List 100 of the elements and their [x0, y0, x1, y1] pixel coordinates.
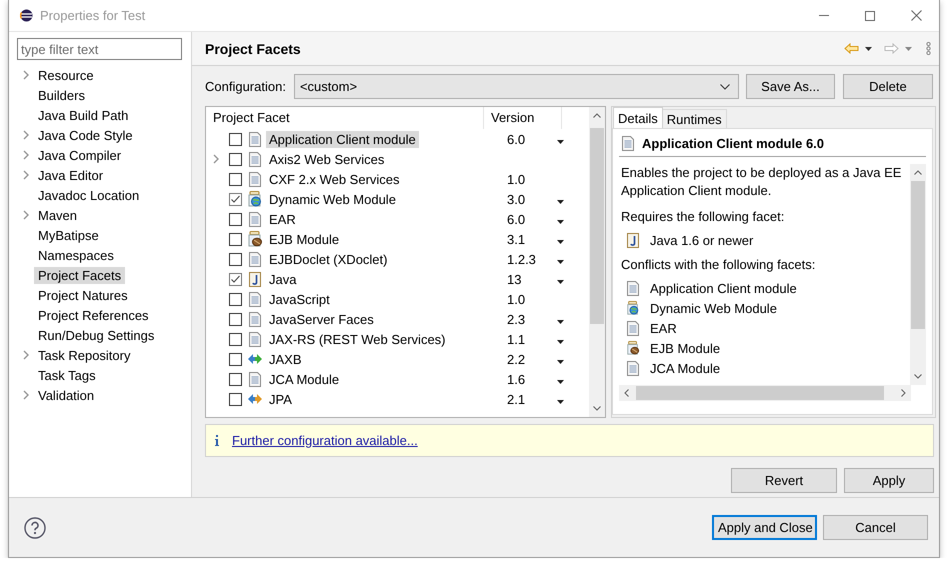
delete-button[interactable]: Delete [842, 74, 933, 99]
dialog-button[interactable]: Cancel [823, 515, 928, 540]
sidebar-item[interactable]: MyBatipse [34, 226, 103, 244]
checkbox[interactable] [229, 212, 242, 226]
version-cell[interactable]: 2.2 [503, 352, 557, 366]
facet-name[interactable]: Axis2 Web Services [266, 150, 388, 168]
sidebar-item[interactable]: Validation [34, 386, 98, 404]
expand-chevron-icon[interactable] [23, 390, 30, 400]
sidebar-item[interactable]: Project Facets [34, 266, 126, 284]
version-cell[interactable]: 13 [503, 272, 557, 286]
sidebar-item[interactable]: Java Code Style [34, 126, 137, 144]
checkbox[interactable] [229, 332, 242, 346]
checkbox[interactable] [229, 292, 242, 306]
expand-chevron-icon[interactable] [23, 170, 30, 180]
revert-button[interactable]: Revert [731, 468, 837, 493]
facet-name[interactable]: Application Client module [266, 130, 419, 148]
facet-name[interactable]: Java [266, 270, 300, 288]
checkbox[interactable] [229, 132, 242, 146]
facet-name[interactable]: CXF 2.x Web Services [266, 170, 403, 188]
scrollbar-thumb[interactable] [590, 128, 604, 324]
save-as-button[interactable]: Save As... [746, 74, 835, 99]
dropdown-arrow-icon[interactable] [557, 380, 564, 384]
sidebar-item[interactable]: Run/Debug Settings [34, 326, 158, 344]
facet-name[interactable]: Dynamic Web Module [266, 190, 399, 208]
sidebar-item[interactable]: Resource [34, 66, 98, 84]
version-cell[interactable]: 1.0 [503, 172, 557, 186]
column-header[interactable]: Version [484, 107, 562, 129]
dialog-button[interactable]: Apply and Close [712, 515, 817, 540]
version-cell[interactable]: 1.1 [503, 332, 557, 346]
checkbox[interactable] [229, 272, 242, 286]
dropdown-arrow-icon[interactable] [557, 140, 564, 144]
version-cell[interactable]: 6.0 [503, 212, 557, 226]
facet-name[interactable]: JavaScript [266, 290, 333, 308]
expand-chevron-icon[interactable] [23, 150, 30, 160]
version-cell[interactable]: 3.1 [503, 232, 557, 246]
scroll-up-icon[interactable] [914, 170, 922, 175]
version-cell[interactable]: 1.2.3 [503, 252, 557, 266]
dropdown-arrow-icon[interactable] [557, 220, 564, 224]
checkbox[interactable] [229, 352, 242, 366]
scroll-down-icon[interactable] [914, 374, 922, 379]
sidebar-item[interactable]: Maven [34, 206, 82, 224]
sidebar-item[interactable]: Javadoc Location [34, 186, 144, 204]
facet-name[interactable]: JavaServer Faces [266, 310, 377, 328]
version-cell[interactable]: 2.1 [503, 392, 557, 406]
sidebar-item[interactable]: Java Compiler [34, 146, 126, 164]
sidebar-item[interactable]: Builders [34, 86, 89, 104]
filter-field[interactable]: type filter text [17, 38, 182, 60]
dropdown-arrow-icon[interactable] [557, 280, 564, 284]
dropdown-arrow-icon[interactable] [865, 46, 872, 50]
expand-chevron-icon[interactable] [23, 70, 30, 80]
checkbox[interactable] [229, 172, 242, 186]
help-icon[interactable] [24, 516, 46, 539]
checkbox[interactable] [229, 232, 242, 246]
column-header[interactable]: Project Facet [206, 107, 484, 129]
facet-name[interactable]: JAX-RS (REST Web Services) [266, 330, 449, 348]
tab[interactable]: Runtimes [662, 109, 727, 128]
dropdown-arrow-icon[interactable] [557, 340, 564, 344]
tab[interactable]: Details [613, 107, 663, 128]
expand-chevron-icon[interactable] [23, 210, 30, 220]
sidebar-item[interactable]: Project References [34, 306, 153, 324]
checkbox[interactable] [229, 392, 242, 406]
checkbox[interactable] [229, 152, 242, 166]
version-cell[interactable]: 1.0 [503, 292, 557, 306]
checkbox[interactable] [229, 312, 242, 326]
checkbox[interactable] [229, 252, 242, 266]
facet-name[interactable]: JPA [266, 390, 295, 408]
sidebar-item[interactable]: Task Tags [34, 366, 100, 384]
sidebar-item[interactable]: Project Natures [34, 286, 132, 304]
facet-name[interactable]: EJBDoclet (XDoclet) [266, 250, 390, 268]
expand-chevron-icon[interactable] [23, 130, 30, 140]
dropdown-arrow-icon[interactable] [557, 360, 564, 364]
dropdown-arrow-icon[interactable] [557, 320, 564, 324]
close-icon[interactable] [910, 10, 922, 21]
dropdown-arrow-icon[interactable] [557, 400, 564, 404]
further-configuration-link[interactable]: Further configuration available... [232, 433, 418, 448]
scroll-right-icon[interactable] [901, 389, 906, 397]
maximize-icon[interactable] [865, 10, 875, 20]
dropdown-arrow-icon[interactable] [557, 240, 564, 244]
expand-chevron-icon[interactable] [23, 350, 30, 360]
facet-name[interactable]: EJB Module [266, 230, 342, 248]
facet-name[interactable]: JAXB [266, 350, 305, 368]
scroll-left-icon[interactable] [624, 389, 629, 397]
version-cell[interactable]: 2.3 [503, 312, 557, 326]
facet-name[interactable]: EAR [266, 210, 299, 228]
sidebar-item[interactable]: Java Editor [34, 166, 108, 184]
sidebar-item[interactable]: Task Repository [34, 346, 134, 364]
menu-icon[interactable] [926, 42, 931, 55]
sidebar-item[interactable]: Java Build Path [34, 106, 132, 124]
version-cell[interactable]: 6.0 [503, 132, 557, 146]
sidebar-item[interactable]: Namespaces [34, 246, 118, 264]
expand-chevron-icon[interactable] [212, 154, 220, 164]
version-cell[interactable]: 3.0 [503, 192, 557, 206]
checkbox[interactable] [229, 372, 242, 386]
version-cell[interactable]: 1.6 [503, 372, 557, 386]
scroll-down-icon[interactable] [593, 406, 601, 411]
configuration-dropdown[interactable]: <custom> [294, 74, 739, 99]
dropdown-arrow-icon[interactable] [557, 260, 564, 264]
checkbox[interactable] [229, 192, 242, 206]
scrollbar-thumb[interactable] [636, 386, 884, 400]
scroll-up-icon[interactable] [593, 113, 601, 118]
